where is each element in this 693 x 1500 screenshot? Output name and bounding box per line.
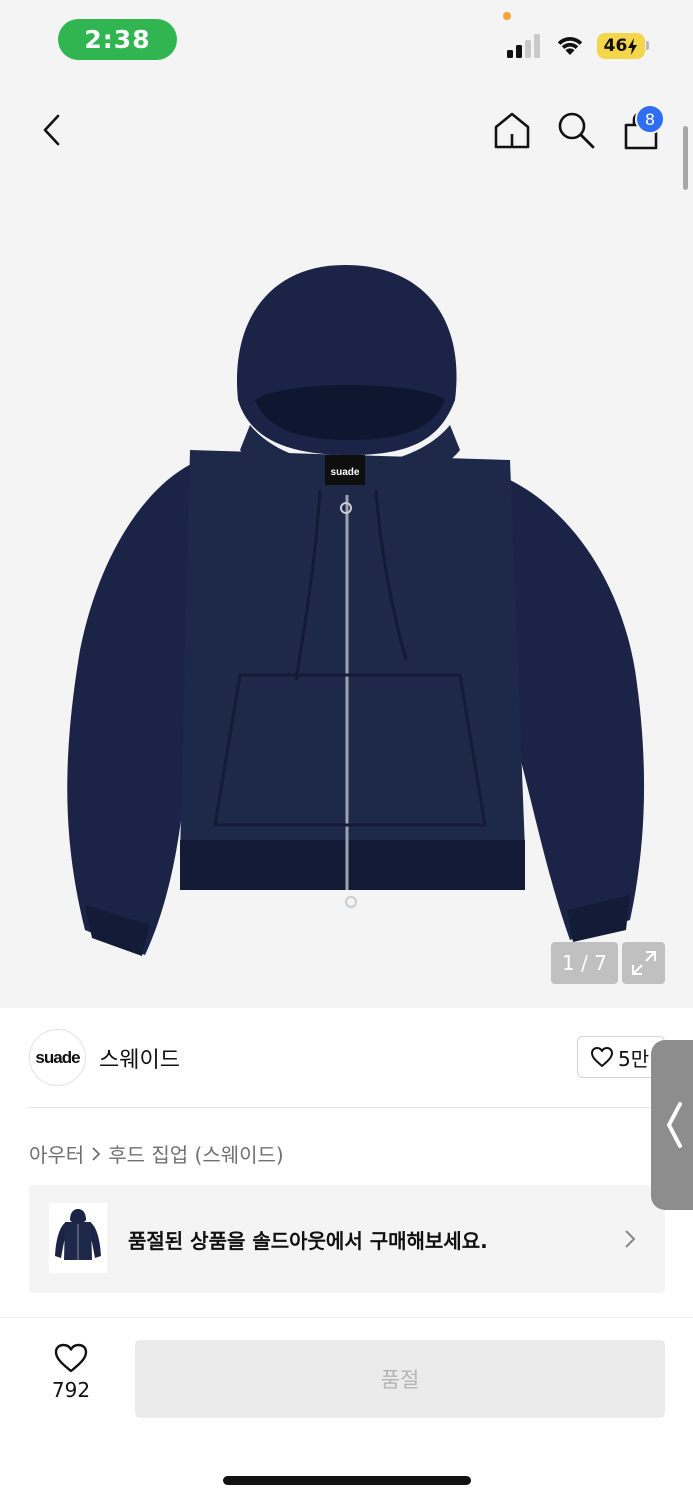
wifi-icon [557,37,583,55]
brand-like-count: 5만 [618,1046,650,1071]
privacy-indicator-dot [503,12,511,20]
home-indicator [223,1476,471,1485]
expand-icon [631,951,656,975]
battery-tip [646,41,649,50]
back-button[interactable] [30,108,74,152]
divider [29,1107,665,1108]
home-icon [494,112,530,149]
cart-count-badge: 8 [635,104,665,134]
product-label-logo: suade [331,467,360,478]
heart-icon [591,1047,613,1067]
image-counter: 1 / 7 [551,942,618,984]
chevron-right-icon [91,1146,101,1162]
brand-logo[interactable]: suade [29,1029,86,1086]
product-hero: 2:38 46 8 suade 1 / 7 [0,0,693,1008]
wishlist-count: 792 [51,1378,91,1402]
battery-level: 46 [603,36,628,56]
wishlist-button[interactable]: 792 [36,1342,106,1414]
expand-image-button[interactable] [622,942,665,984]
signal-icon [507,34,540,58]
product-image[interactable]: suade [40,250,660,970]
brand-name[interactable]: 스웨이드 [99,1042,180,1074]
banner-product-thumbnail [49,1203,107,1273]
home-button[interactable] [488,106,536,154]
side-drawer-tab[interactable] [651,1040,693,1210]
soldout-promo-banner[interactable]: 품절된 상품을 솔드아웃에서 구매해보세요. [29,1185,665,1293]
status-time: 2:38 [58,19,177,60]
soldout-button[interactable]: 품절 [135,1340,665,1418]
scrollbar-thumb[interactable] [683,126,688,190]
search-icon [558,112,595,149]
back-icon [43,114,60,146]
battery-charging-icon [628,37,638,55]
breadcrumb-subcategory[interactable]: 후드 집업 (스웨이드) [108,1139,284,1168]
chevron-right-icon [625,1230,636,1248]
bottom-bar-divider [0,1317,693,1318]
heart-icon [54,1343,88,1373]
search-button[interactable] [553,106,599,154]
battery-indicator: 46 [597,33,645,59]
breadcrumb-category[interactable]: 아우터 [29,1139,84,1168]
chevron-left-icon [667,1102,682,1148]
breadcrumb: 아우터 후드 집업 (스웨이드) [29,1139,284,1168]
banner-text: 품절된 상품을 솔드아웃에서 구매해보세요. [128,1229,488,1253]
